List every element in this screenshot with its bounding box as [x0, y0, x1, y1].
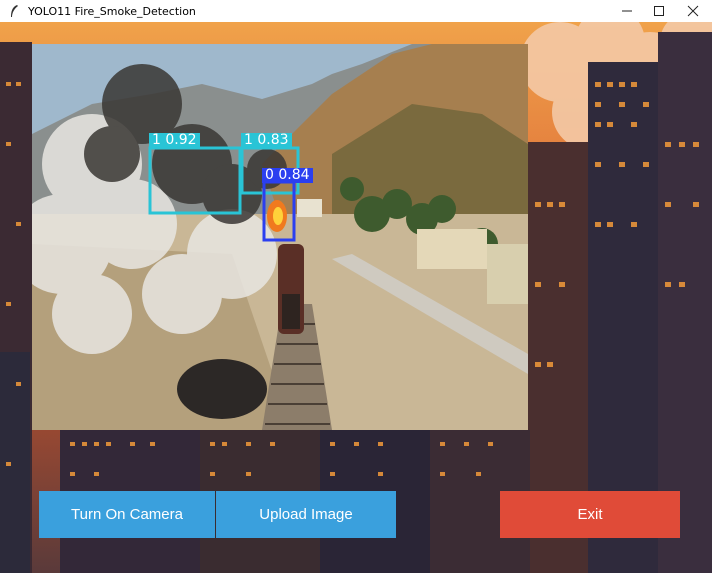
turn-on-camera-button[interactable]: Turn On Camera [39, 491, 215, 538]
detection-label-smoke-2: 1 0.83 [241, 133, 292, 148]
detection-image-panel: 1 0.92 1 0.83 0 0.84 [32, 44, 528, 430]
maximize-button[interactable] [642, 0, 676, 22]
detection-label-fire: 0 0.84 [262, 168, 313, 183]
detection-label-smoke-1: 1 0.92 [149, 133, 200, 148]
minimize-button[interactable] [610, 0, 644, 22]
window-titlebar: YOLO11 Fire_Smoke_Detection [0, 0, 712, 23]
exit-button[interactable]: Exit [500, 491, 680, 538]
window-title: YOLO11 Fire_Smoke_Detection [28, 4, 196, 18]
feather-icon [6, 3, 22, 19]
close-button[interactable] [676, 0, 710, 22]
upload-image-button[interactable]: Upload Image [216, 491, 396, 538]
